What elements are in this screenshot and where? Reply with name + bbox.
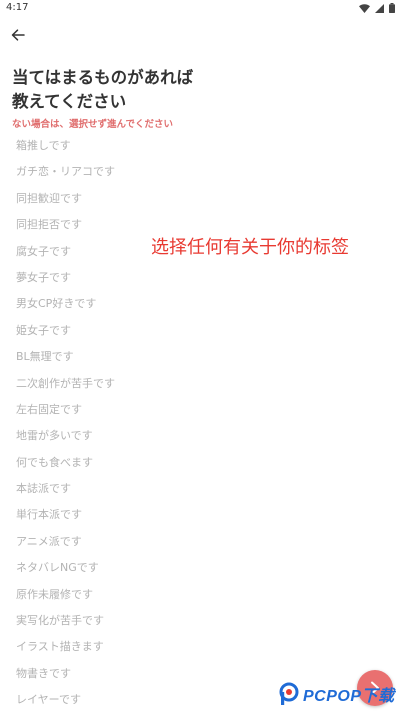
skip-note: ない場合は、選択せず進んでください [12, 119, 174, 130]
watermark: PCPOP下载 [278, 682, 395, 706]
tag-option[interactable]: イラスト描きます [16, 638, 216, 664]
page-title-line-1: 当てはまるものがあれば [12, 68, 194, 87]
tag-option[interactable]: BL無理です [16, 348, 216, 374]
page-title-line-2: 教えてください [12, 92, 127, 111]
overlay-caption: 选择任何有关于你的标签 [151, 237, 349, 258]
tag-options-list: 箱推しです ガチ恋・リアコです 同担歓迎です 同担拒否です 腐女子です 夢女子です 男女CP… [16, 137, 216, 718]
wifi-icon [359, 3, 370, 13]
tag-option[interactable]: 男女CP好きです [16, 295, 216, 321]
tag-option[interactable]: 同担歓迎です [16, 190, 216, 216]
tag-option[interactable]: 箱推しです [16, 137, 216, 163]
battery-icon [389, 3, 395, 13]
tag-option[interactable]: 実写化が苦手です [16, 612, 216, 638]
tag-option[interactable]: 夢女子です [16, 269, 216, 295]
tag-option[interactable]: ネタバレNGです [16, 559, 216, 585]
status-time: 4:17 [6, 2, 29, 13]
tag-option[interactable]: 何でも食べます [16, 454, 216, 480]
watermark-logo-icon [279, 682, 299, 705]
tag-option[interactable]: アニメ派です [16, 533, 216, 559]
tag-option[interactable]: レイヤーです [16, 691, 216, 717]
watermark-text: PCPOP下载 [303, 688, 395, 705]
back-button[interactable] [8, 25, 28, 45]
tag-option[interactable]: 原作未履修です [16, 586, 216, 612]
tag-option[interactable]: 単行本派です [16, 506, 216, 532]
tag-option[interactable]: 物書きです [16, 665, 216, 691]
status-bar: 4:17 [0, 0, 403, 18]
tag-option[interactable]: ガチ恋・リアコです [16, 163, 216, 189]
tag-option[interactable]: 姫女子です [16, 322, 216, 348]
signal-icon [375, 3, 384, 13]
arrow-left-icon [11, 29, 25, 41]
tag-option[interactable]: 二次創作が苦手です [16, 375, 216, 401]
tag-option[interactable]: 左右固定です [16, 401, 216, 427]
status-icons [359, 3, 395, 13]
page-title: 当てはまるものがあれば 教えてください [12, 66, 392, 114]
tag-option[interactable]: 本誌派です [16, 480, 216, 506]
tag-option[interactable]: 地雷が多いです [16, 427, 216, 453]
